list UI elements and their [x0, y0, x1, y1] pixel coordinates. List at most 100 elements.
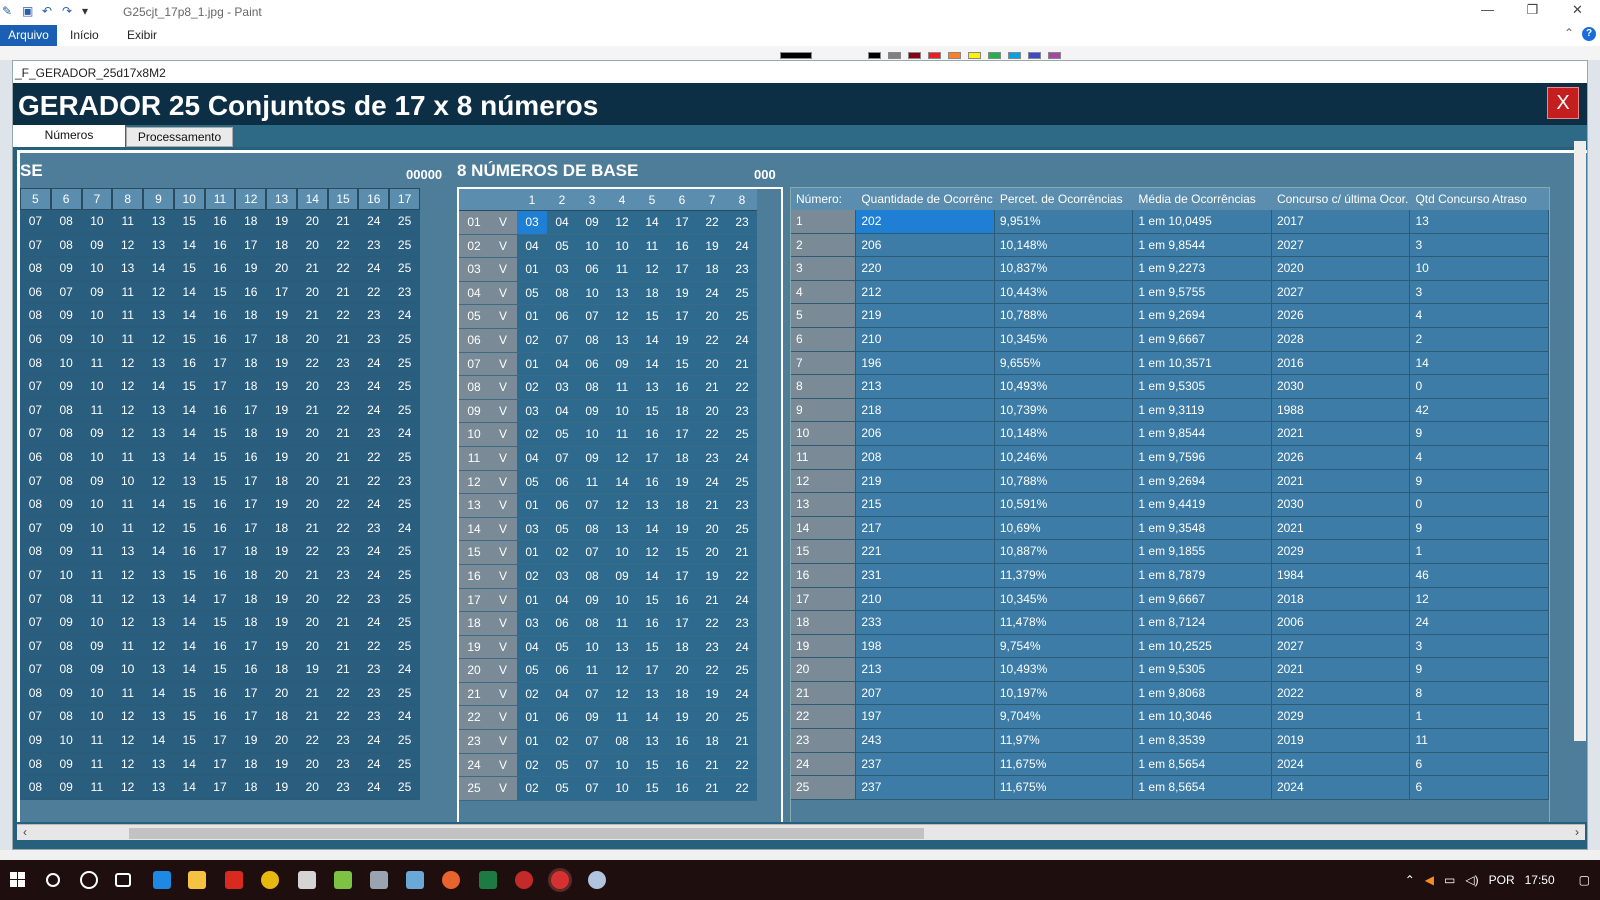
table-cell[interactable]: 14: [143, 729, 174, 753]
table-cell[interactable]: 19: [266, 352, 297, 376]
customize-chevron-icon[interactable]: ▾: [82, 4, 96, 18]
table-cell[interactable]: 15: [204, 658, 236, 682]
table-cell[interactable]: V: [489, 777, 517, 801]
chrome-icon[interactable]: [261, 871, 279, 889]
table-cell[interactable]: 12: [1410, 587, 1549, 612]
table-cell[interactable]: 17: [235, 517, 267, 541]
palette-swatch-black[interactable]: [868, 52, 881, 59]
table-cell[interactable]: 09: [50, 776, 82, 800]
table-cell[interactable]: 202: [856, 210, 995, 234]
app2-icon[interactable]: [370, 871, 388, 889]
table-cell[interactable]: 02: [517, 753, 547, 778]
table-cell[interactable]: 18: [235, 352, 267, 376]
table-cell[interactable]: 18: [697, 258, 727, 282]
table-cell[interactable]: 12: [112, 776, 144, 800]
table-cell[interactable]: 09: [607, 352, 637, 377]
column-header[interactable]: 13: [266, 188, 297, 210]
table-cell[interactable]: 22: [358, 470, 390, 494]
table-cell[interactable]: 07: [50, 281, 82, 305]
table-cell[interactable]: 2027: [1271, 280, 1411, 305]
table-cell[interactable]: 17: [235, 493, 267, 517]
table-cell[interactable]: 24: [358, 375, 390, 399]
table-cell[interactable]: 22: [296, 352, 328, 376]
table-cell[interactable]: 46: [1410, 563, 1549, 588]
table-cell[interactable]: 19: [266, 540, 297, 564]
table-cell[interactable]: 24: [697, 470, 727, 495]
table-cell[interactable]: 1 em 9,5755: [1133, 280, 1272, 305]
table-cell[interactable]: 25: [389, 375, 420, 399]
table-cell[interactable]: 06: [20, 446, 51, 470]
table-cell[interactable]: 23: [327, 540, 359, 564]
table-cell[interactable]: 19: [235, 257, 267, 281]
table-cell[interactable]: 9,704%: [994, 705, 1134, 730]
table-cell[interactable]: 25: [389, 682, 420, 706]
table-cell[interactable]: V: [489, 305, 517, 329]
windows-start-icon[interactable]: [10, 872, 26, 888]
table-cell[interactable]: 15: [204, 422, 236, 446]
table-cell[interactable]: 9,754%: [994, 634, 1134, 659]
table-cell[interactable]: 02: [517, 423, 547, 447]
table-cell[interactable]: 07: [20, 588, 51, 612]
table-cell[interactable]: 18: [235, 540, 267, 564]
table-cell[interactable]: 25: [727, 517, 757, 542]
table-cell[interactable]: 2021: [1271, 516, 1411, 541]
table-cell[interactable]: 1 em 9,2694: [1133, 469, 1272, 494]
table-cell[interactable]: 12: [607, 446, 637, 471]
table-cell[interactable]: 14: [173, 422, 205, 446]
table-cell[interactable]: 21: [327, 422, 359, 446]
table-cell[interactable]: 16: [637, 423, 667, 447]
table-cell[interactable]: 11: [81, 540, 113, 564]
table-cell[interactable]: 17: [204, 776, 236, 800]
table-cell[interactable]: 14: [1410, 351, 1549, 376]
table-cell[interactable]: 15: [667, 352, 697, 377]
table-cell[interactable]: 20: [296, 635, 328, 659]
color1-swatch[interactable]: [780, 52, 812, 59]
help-icon[interactable]: ?: [1582, 27, 1596, 41]
table-cell[interactable]: 10: [81, 375, 113, 399]
table-cell[interactable]: 06: [547, 612, 577, 636]
table-cell[interactable]: 14: [143, 493, 174, 517]
table-cell[interactable]: 11: [81, 352, 113, 376]
table-cell[interactable]: V: [489, 659, 517, 683]
table-cell[interactable]: 24: [459, 753, 489, 778]
table-cell[interactable]: 4: [1410, 304, 1549, 328]
table-cell[interactable]: 11: [607, 423, 637, 447]
table-cell[interactable]: 10: [50, 729, 82, 753]
table-cell[interactable]: 16: [667, 730, 697, 754]
table-cell[interactable]: 11: [607, 258, 637, 282]
palette-swatch-gray[interactable]: [888, 52, 901, 59]
table-cell[interactable]: 08: [577, 376, 607, 400]
table-cell[interactable]: 16: [204, 328, 236, 352]
table-cell[interactable]: 10: [607, 234, 637, 259]
table-cell[interactable]: 21: [327, 470, 359, 494]
table-cell[interactable]: V: [489, 376, 517, 400]
table-cell[interactable]: 11: [81, 729, 113, 753]
table-cell[interactable]: 10: [81, 517, 113, 541]
table-cell[interactable]: 08: [20, 352, 51, 376]
table-cell[interactable]: 21: [697, 494, 727, 518]
table-cell[interactable]: 10: [81, 328, 113, 352]
table-cell[interactable]: 11,379%: [994, 563, 1134, 588]
table-cell[interactable]: 07: [577, 494, 607, 518]
table-cell[interactable]: 12: [143, 470, 174, 494]
table-cell[interactable]: 11: [81, 776, 113, 800]
table-cell[interactable]: 16: [204, 257, 236, 281]
redo-icon[interactable]: ↷: [62, 4, 76, 18]
table-cell[interactable]: 03: [547, 376, 577, 400]
table-cell[interactable]: 11,478%: [994, 611, 1134, 635]
column-header[interactable]: Percet. de Ocorrências: [994, 188, 1134, 210]
table-cell[interactable]: 15: [173, 564, 205, 588]
table-cell[interactable]: 14: [143, 540, 174, 564]
table-cell[interactable]: 08: [50, 588, 82, 612]
table-cell[interactable]: 14: [637, 564, 667, 589]
table-cell[interactable]: 09: [81, 635, 113, 659]
table-cell[interactable]: V: [489, 753, 517, 778]
table-cell[interactable]: 16: [204, 493, 236, 517]
table-cell[interactable]: 1 em 9,8544: [1133, 233, 1272, 258]
palette-swatch-darkred[interactable]: [908, 52, 921, 59]
table-cell[interactable]: V: [489, 211, 517, 235]
table-cell[interactable]: 10: [607, 541, 637, 565]
cortana-icon[interactable]: [80, 871, 98, 889]
table-cell[interactable]: 20: [296, 776, 328, 800]
column-header[interactable]: 2: [547, 189, 577, 211]
